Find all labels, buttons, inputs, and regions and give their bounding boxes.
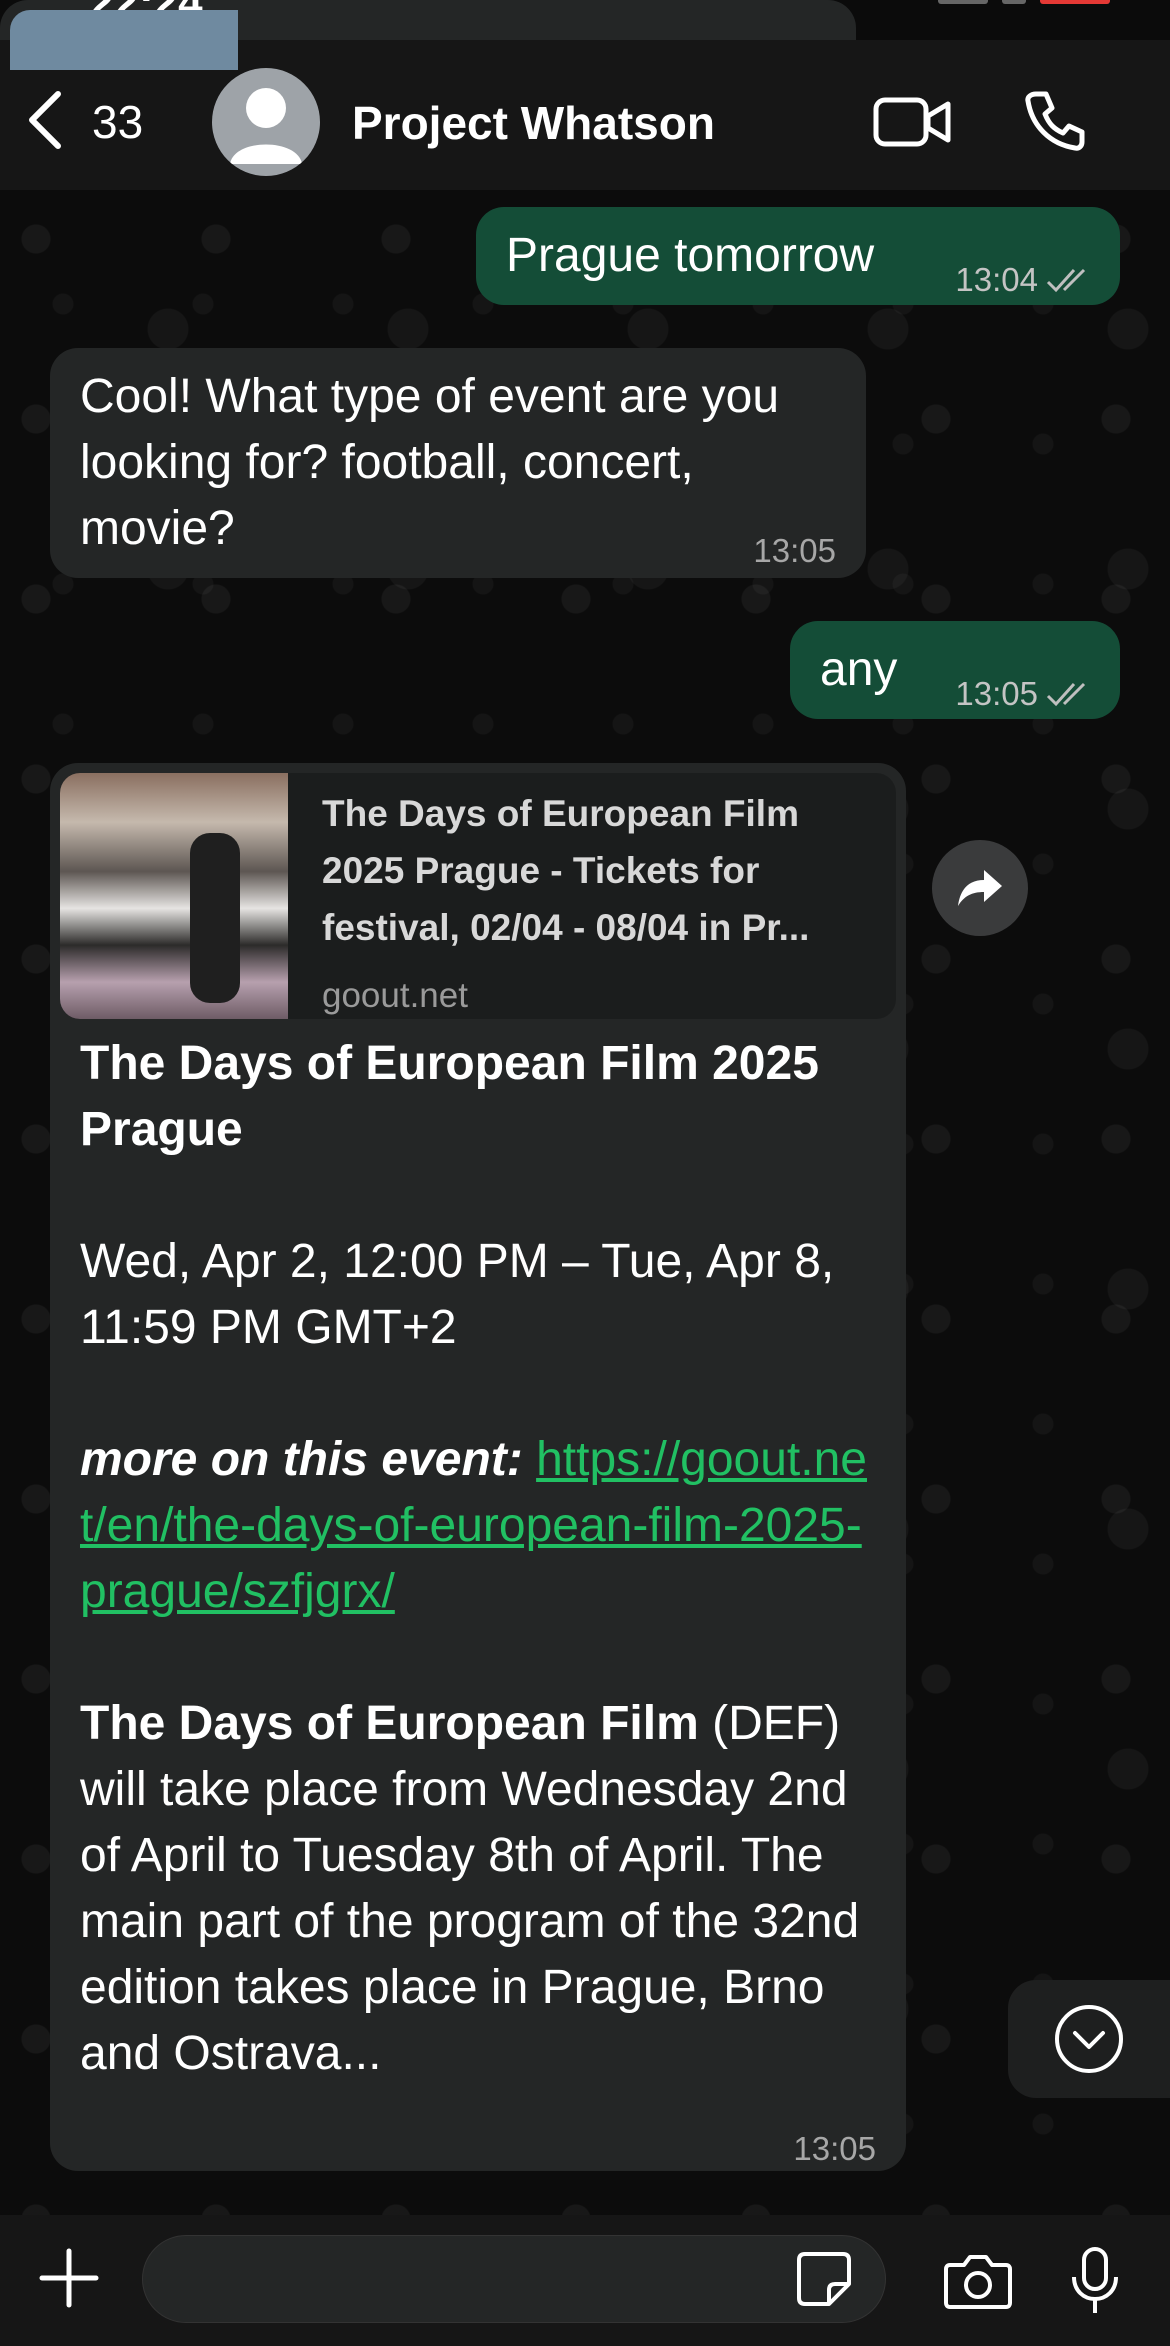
- more-label: more on this event:: [80, 1433, 523, 1486]
- link-preview-domain: goout.net: [322, 976, 468, 1015]
- link-preview-thumbnail: [60, 773, 288, 1019]
- plus-icon[interactable]: [38, 2247, 100, 2309]
- double-check-icon: [1046, 268, 1086, 293]
- status-icons: [938, 0, 1110, 4]
- description-text: (DEF) will take place from Wednesday 2nd…: [80, 1697, 860, 2080]
- message-body: The Days of European Film 2025 Prague We…: [80, 1031, 880, 2087]
- back-chevron-icon[interactable]: [24, 90, 64, 150]
- camera-icon[interactable]: [942, 2251, 1014, 2311]
- more-info-line: more on this event: https://goout.net/en…: [80, 1427, 880, 1625]
- message-input[interactable]: [142, 2235, 886, 2323]
- forward-arrow-icon: [958, 870, 1002, 906]
- wifi-icon: [1002, 0, 1026, 4]
- message-text: any: [820, 643, 898, 696]
- description-bold: The Days of European Film: [80, 1697, 699, 1750]
- message-bubble-outgoing[interactable]: any 13:05: [790, 621, 1120, 719]
- message-time: 13:05: [955, 675, 1038, 712]
- message-meta: 13:04: [955, 247, 1094, 313]
- sticker-icon[interactable]: [795, 2250, 853, 2308]
- event-description: The Days of European Film (DEF) will tak…: [80, 1691, 880, 2087]
- event-heading: The Days of European Film 2025 Prague: [80, 1037, 819, 1156]
- scroll-to-bottom-button[interactable]: [1008, 1980, 1170, 2098]
- video-call-icon[interactable]: [872, 92, 952, 152]
- message-text: Cool! What type of event are you looking…: [80, 370, 780, 555]
- event-dates: Wed, Apr 2, 12:00 PM – Tue, Apr 8, 11:59…: [80, 1235, 835, 1354]
- avatar[interactable]: [212, 68, 320, 176]
- message-composer: [0, 2215, 1170, 2346]
- message-text: Prague tomorrow: [506, 229, 875, 282]
- message-bubble-incoming[interactable]: The Days of European Film 2025 Prague - …: [50, 763, 906, 2171]
- thumbnail-figure: [190, 833, 240, 1003]
- message-time: 13:04: [955, 261, 1038, 298]
- microphone-icon[interactable]: [1068, 2245, 1122, 2317]
- message-bubble-outgoing[interactable]: Prague tomorrow 13:04: [476, 207, 1120, 305]
- phone-call-icon[interactable]: [1022, 88, 1088, 154]
- unread-count[interactable]: 33: [92, 95, 143, 149]
- message-bubble-incoming[interactable]: Cool! What type of event are you looking…: [50, 348, 866, 578]
- chevron-down-circle-icon: [1055, 2005, 1123, 2073]
- message-time: 13:05: [753, 532, 836, 569]
- message-meta: 13:05: [793, 2116, 876, 2182]
- default-avatar-icon: [230, 88, 302, 164]
- link-preview-title: The Days of European Film 2025 Prague - …: [322, 793, 810, 948]
- link-preview-card[interactable]: The Days of European Film 2025 Prague - …: [60, 773, 896, 1019]
- double-check-icon: [1046, 682, 1086, 707]
- chat-title[interactable]: Project Whatson: [352, 96, 715, 150]
- message-meta: 13:05: [955, 661, 1094, 727]
- link-preview-thumbnail: [10, 10, 238, 70]
- forward-button[interactable]: [932, 840, 1028, 936]
- signal-icon: [938, 0, 988, 4]
- battery-icon: [1040, 0, 1110, 4]
- message-time: 13:05: [793, 2130, 876, 2167]
- message-meta: 13:05: [753, 518, 836, 584]
